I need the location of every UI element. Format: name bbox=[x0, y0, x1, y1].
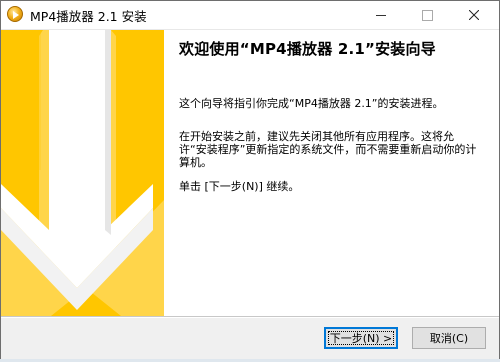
close-button[interactable] bbox=[451, 1, 497, 29]
close-icon bbox=[469, 10, 479, 20]
intro-paragraph: 这个向导将指引你完成“MP4播放器 2.1”的安装进程。 bbox=[179, 97, 444, 110]
wizard-banner bbox=[1, 30, 164, 316]
continue-paragraph: 单击 [下一步(N)] 继续。 bbox=[179, 180, 300, 193]
minimize-button[interactable] bbox=[358, 1, 404, 29]
cancel-button[interactable]: 取消(C) bbox=[412, 327, 486, 349]
next-button[interactable]: 下一步(N) > bbox=[324, 327, 398, 349]
wizard-heading: 欢迎使用“MP4播放器 2.1”安装向导 bbox=[179, 40, 436, 58]
focus-ring bbox=[328, 331, 394, 345]
cancel-button-label: 取消(C) bbox=[429, 332, 469, 345]
maximize-button bbox=[404, 1, 450, 29]
minimize-icon bbox=[376, 14, 386, 16]
maximize-icon bbox=[421, 9, 433, 21]
app-icon bbox=[7, 6, 23, 22]
wizard-content: 欢迎使用“MP4播放器 2.1”安装向导 这个向导将指引你完成“MP4播放器 2… bbox=[164, 30, 499, 316]
window-title: MP4播放器 2.1 安装 bbox=[30, 9, 147, 24]
down-arrow-graphic bbox=[1, 30, 164, 316]
advice-paragraph: 在开始安装之前，建议先关闭其他所有应用程序。这将允许“安装程序”更新指定的系统文… bbox=[179, 130, 477, 169]
footer-divider-highlight bbox=[1, 317, 499, 318]
installer-window: MP4播放器 2.1 安装 欢迎使用“MP4播放器 2.1”安装向导 这个向导将… bbox=[0, 0, 500, 360]
title-bar[interactable]: MP4播放器 2.1 安装 bbox=[1, 1, 499, 30]
